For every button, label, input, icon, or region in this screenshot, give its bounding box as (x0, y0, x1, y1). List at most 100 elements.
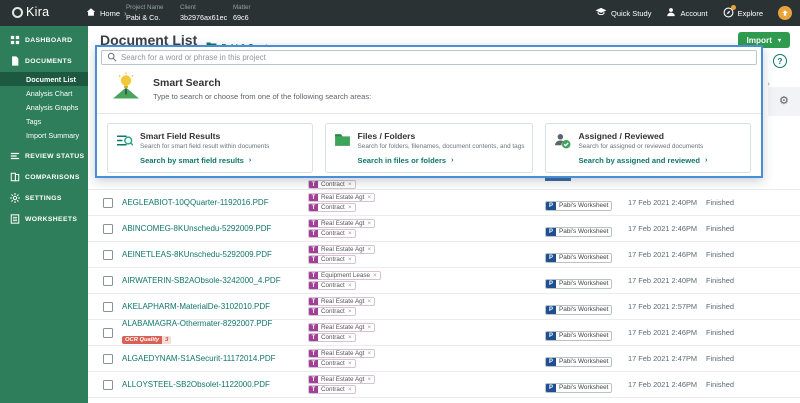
row-status: Finished (706, 302, 800, 311)
client-field: Client 3b2976ax61ec (180, 4, 227, 22)
tag-remove-icon[interactable]: × (348, 360, 355, 367)
tag-remove-icon[interactable]: × (348, 230, 355, 237)
document-link[interactable]: AKELAPHARM-MaterialDe-3102010.PDF (122, 302, 308, 311)
tag-icon: T (309, 255, 318, 264)
column-settings-gear-icon[interactable]: ⚙ (779, 94, 789, 107)
worksheet-badge[interactable]: PPabi's Worksheet (545, 253, 612, 263)
document-link[interactable]: ALGAEDYNAM-S1ASecurit-11172014.PDF (122, 354, 308, 363)
tag-chip[interactable]: TContract× (308, 281, 356, 290)
sidebar-item-worksheets[interactable]: WORKSHEETS (0, 209, 88, 230)
worksheet-badge[interactable]: PPabi's Worksheet (545, 201, 612, 211)
home-link[interactable]: Home › (86, 0, 127, 26)
tag-remove-icon[interactable]: × (348, 181, 355, 188)
card-title: Files / Folders (358, 131, 525, 141)
tag-remove-icon[interactable]: × (348, 282, 355, 289)
worksheet-badge[interactable]: PPabi's Worksheet (545, 279, 612, 289)
tag-icon: T (309, 333, 318, 342)
card-assigned-reviewed[interactable]: Assigned / Reviewed Search for assigned … (545, 123, 751, 173)
sidebar-item-label: SETTINGS (25, 195, 62, 202)
sidebar-item-documents[interactable]: DOCUMENTS (0, 51, 88, 72)
worksheet-badge[interactable]: PPabi's Worksheet (545, 305, 612, 315)
sidebar-item-dashboard[interactable]: DASHBOARD (0, 30, 88, 51)
row-checkbox[interactable] (103, 354, 113, 364)
tag-chip[interactable]: TReal Estate Agt× (308, 193, 375, 202)
tag-chip[interactable]: TContract× (308, 359, 356, 368)
help-button[interactable]: ? (773, 54, 787, 68)
tag-chip[interactable]: TContract× (308, 307, 356, 316)
sidebar-subitem-analysis-chart[interactable]: Analysis Chart (0, 86, 88, 100)
tag-chip[interactable]: TReal Estate Agt× (308, 323, 375, 332)
tag-chip[interactable]: TContract× (308, 333, 356, 342)
search-input[interactable] (121, 53, 751, 62)
tag-remove-icon[interactable]: × (348, 308, 355, 315)
tag-chip[interactable]: TReal Estate Agt× (308, 245, 375, 254)
search-in-files-link[interactable]: Search in files or folders › (358, 156, 525, 165)
tag-remove-icon[interactable]: × (367, 324, 374, 331)
tag-remove-icon[interactable]: × (373, 272, 380, 279)
account-button[interactable]: Account (666, 7, 707, 19)
search-by-smart-field-link[interactable]: Search by smart field results › (140, 156, 269, 165)
tag-chip[interactable]: TReal Estate Agt× (308, 219, 375, 228)
tag-chip[interactable]: TContract× (308, 203, 356, 212)
document-link[interactable]: ALABAMAGRA-Othermater-8292007.PDF (122, 319, 308, 328)
worksheet-badge[interactable]: PPabi's Worksheet (545, 227, 612, 237)
row-checkbox[interactable] (103, 276, 113, 286)
tag-chip[interactable]: TReal Estate Agt× (308, 297, 375, 306)
row-checkbox[interactable] (103, 328, 113, 338)
folder-icon (334, 131, 351, 165)
document-link[interactable]: AEINETLEAS-8KUnschedu-5292009.PDF (122, 250, 308, 259)
upload-fab-button[interactable] (778, 6, 792, 20)
tag-chip[interactable]: TContract× (308, 255, 356, 264)
document-link[interactable]: AEGLEABIOT-10QQuarter-1192016.PDF (122, 198, 308, 207)
search-by-assigned-link[interactable]: Search by assigned and reviewed › (578, 156, 707, 165)
tag-remove-icon[interactable]: × (367, 246, 374, 253)
tag-remove-icon[interactable]: × (367, 350, 374, 357)
card-files-folders[interactable]: Files / Folders Search for folders, file… (325, 123, 534, 173)
tag-icon: T (309, 203, 318, 212)
document-link[interactable]: ALLOYSTEEL-SB2Obsolet-1122000.PDF (122, 380, 308, 389)
tag-remove-icon[interactable]: × (348, 386, 355, 393)
tag-remove-icon[interactable]: × (367, 376, 374, 383)
sidebar-item-comparisons[interactable]: COMPARISONS (0, 167, 88, 188)
row-checkbox[interactable] (103, 224, 113, 234)
sidebar-subitem-analysis-graphs[interactable]: Analysis Graphs (0, 100, 88, 114)
sidebar-subitem-document-list[interactable]: Document List (0, 72, 88, 86)
tag-chip[interactable]: TContract× (308, 385, 356, 394)
row-checkbox[interactable] (103, 250, 113, 260)
tag-remove-icon[interactable]: × (367, 298, 374, 305)
sidebar-subitem-label: Analysis Chart (26, 89, 72, 98)
tag-chip[interactable]: TContract× (308, 180, 356, 189)
worksheet-badge[interactable]: PPabi's Worksheet (545, 331, 612, 341)
tag-remove-icon[interactable]: × (367, 220, 374, 227)
tag-chip[interactable]: TContract× (308, 229, 356, 238)
tag-remove-icon[interactable]: × (348, 204, 355, 211)
row-status: Finished (706, 380, 800, 389)
table-row: AEINETLEAS-8KUnschedu-5292009.PDF TReal … (88, 242, 800, 268)
tag-remove-icon[interactable]: × (348, 256, 355, 263)
tag-chip[interactable]: TEquipment Lease× (308, 271, 381, 280)
tag-remove-icon[interactable]: × (348, 334, 355, 341)
card-smart-field-results[interactable]: Smart Field Results Search for smart fie… (107, 123, 313, 173)
document-link[interactable]: AIRWATERIN-SB2AObsole-3242000_4.PDF (122, 276, 308, 285)
tag-chip[interactable]: TReal Estate Agt× (308, 375, 375, 384)
row-status: Finished (706, 276, 800, 285)
worksheet-badge[interactable]: PPabi's Worksheet (545, 357, 612, 367)
tag-remove-icon[interactable]: × (367, 194, 374, 201)
worksheet-icon: P (546, 305, 556, 315)
row-checkbox[interactable] (103, 302, 113, 312)
sidebar-subitem-tags[interactable]: Tags (0, 114, 88, 128)
worksheet-badge[interactable]: PPabi's Worksheet (545, 383, 612, 393)
sidebar-nav: DASHBOARD DOCUMENTS Document List Analys… (0, 26, 88, 403)
explore-button[interactable]: Explore (723, 7, 763, 20)
sidebar-item-review-status[interactable]: REVIEW STATUS (0, 146, 88, 167)
row-checkbox[interactable] (103, 380, 113, 390)
document-link[interactable]: ABINCOMEG-8KUnschedu-5292009.PDF (122, 224, 308, 233)
sidebar-item-settings[interactable]: SETTINGS (0, 188, 88, 209)
tag-chip[interactable]: TReal Estate Agt× (308, 349, 375, 358)
kira-logo[interactable]: Kira (12, 5, 49, 19)
row-checkbox[interactable] (103, 198, 113, 208)
arrow-up-icon (781, 4, 789, 22)
quick-study-button[interactable]: Quick Study (595, 7, 651, 19)
row-status: Finished (706, 328, 800, 337)
sidebar-subitem-import-summary[interactable]: Import Summary (0, 128, 88, 142)
